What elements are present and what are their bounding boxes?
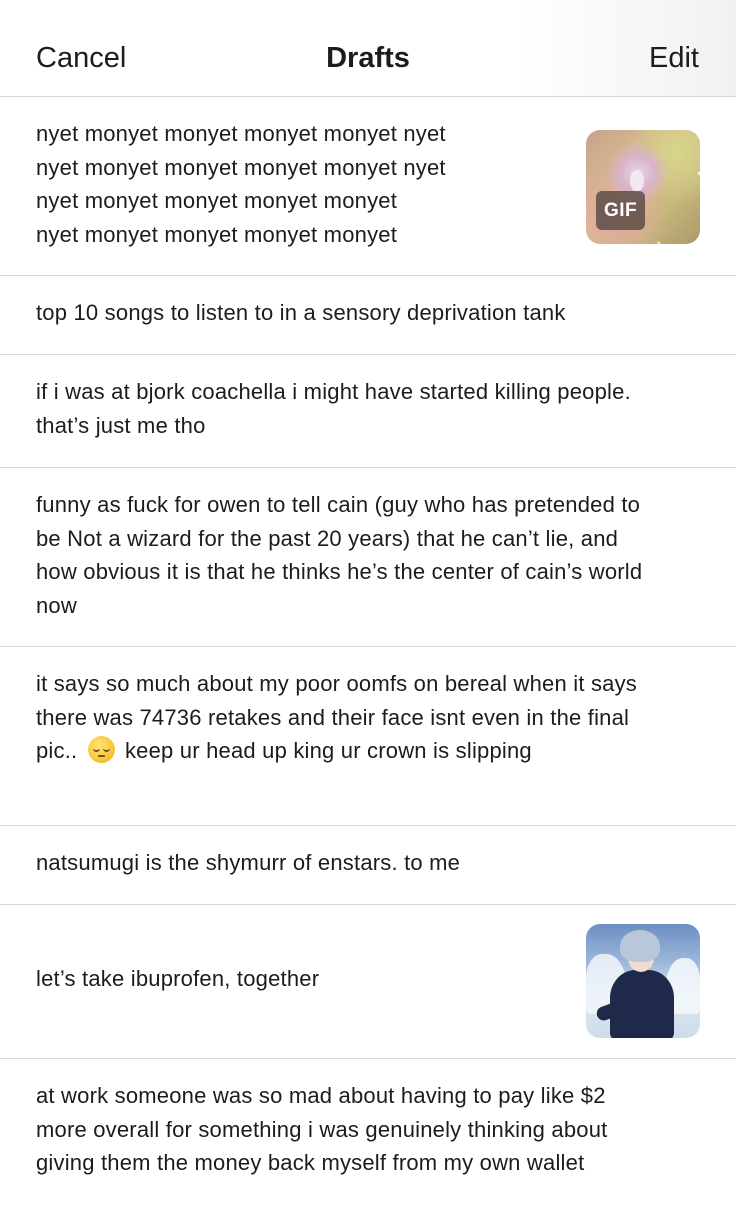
- draft-text-line: there was 74736 retakes and their face i…: [36, 704, 630, 730]
- draft-text-line: it says so much about my poor oomfs on b…: [36, 671, 637, 696]
- gif-thumbnail[interactable]: GIF: [586, 130, 700, 244]
- draft-row[interactable]: funny as fuck for owen to tell cain (guy…: [0, 468, 736, 647]
- draft-row[interactable]: if i was at bjork coachella i might have…: [0, 355, 736, 468]
- edit-button[interactable]: Edit: [649, 40, 699, 76]
- draft-text-line: funny as fuck for owen to tell cain (guy…: [36, 492, 641, 517]
- drafts-list: nyet monyet monyet monyet monyet nyet ny…: [0, 97, 736, 1209]
- draft-text-line: natsumugi is the shymurr of enstars. to …: [36, 850, 461, 875]
- draft-text-fragment: keep ur head up king ur crown is slippin…: [124, 738, 532, 763]
- draft-row[interactable]: top 10 songs to listen to in a sensory d…: [0, 276, 736, 355]
- draft-text-line-with-emoji: pic.. keep ur head up king ur crown is s…: [36, 734, 700, 768]
- draft-text-line: that’s just me tho: [36, 412, 206, 438]
- draft-row[interactable]: nyet monyet monyet monyet monyet nyet ny…: [0, 97, 736, 276]
- draft-text-line: at work someone was so mad about having …: [36, 1083, 606, 1108]
- draft-text-fragment: pic..: [36, 738, 78, 763]
- draft-row[interactable]: let’s take ibuprofen, together: [0, 905, 736, 1059]
- pensive-face-emoji-icon: [87, 736, 115, 763]
- draft-row[interactable]: it says so much about my poor oomfs on b…: [0, 647, 736, 826]
- draft-text-line: if i was at bjork coachella i might have…: [36, 379, 631, 404]
- draft-text-line: more overall for something i was genuine…: [36, 1116, 608, 1142]
- nav-bar: Cancel Drafts Edit: [0, 0, 736, 97]
- page-title: Drafts: [326, 42, 410, 74]
- draft-text-line: now: [36, 592, 77, 618]
- draft-text-line: giving them the money back myself from m…: [36, 1150, 585, 1175]
- draft-row[interactable]: at work someone was so mad about having …: [0, 1059, 736, 1209]
- gif-drop-shape: [630, 170, 644, 192]
- figure-hair-shape: [620, 930, 660, 962]
- draft-text-line: how obvious it is that he thinks he’s th…: [36, 559, 643, 584]
- draft-row[interactable]: natsumugi is the shymurr of enstars. to …: [0, 826, 736, 905]
- draft-text-line: top 10 songs to listen to in a sensory d…: [36, 300, 566, 325]
- draft-text-line: be Not a wizard for the past 20 years) t…: [36, 525, 619, 551]
- gif-curve-shape: [646, 160, 700, 244]
- image-thumbnail[interactable]: [586, 924, 700, 1038]
- gif-badge: GIF: [596, 190, 646, 230]
